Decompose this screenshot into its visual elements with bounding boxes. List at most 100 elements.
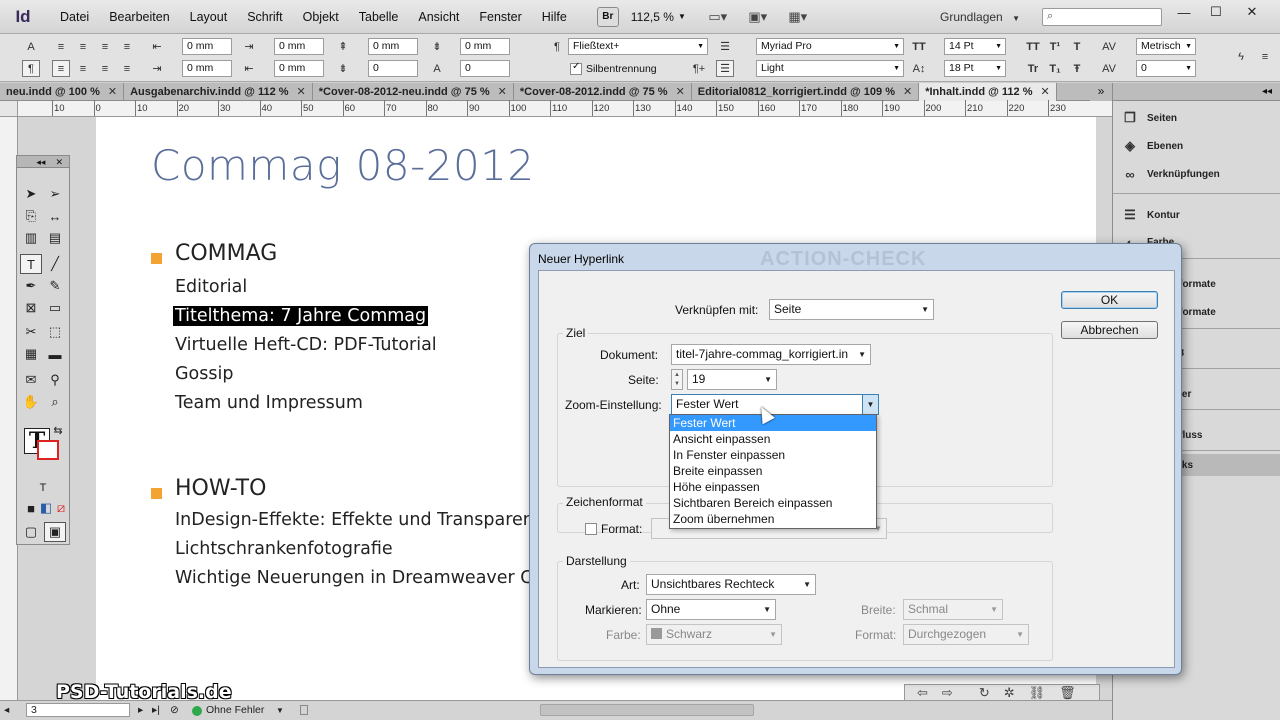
ok-button[interactable]: OK [1061,291,1158,309]
gradient-feather-tool-icon[interactable]: ▬ [44,344,66,364]
open-panel-icon[interactable] [300,705,308,715]
view-options-icon[interactable]: ▭▾ [703,7,733,27]
close-icon[interactable]: ✕ [676,83,685,101]
toc-line-selected[interactable]: Titelthema: 7 Jahre Commag [173,306,429,326]
menu-item-datei[interactable]: Datei [50,10,99,24]
ruler-origin[interactable] [0,101,18,117]
align-right-icon[interactable]: ≡ [96,38,114,55]
panel-links[interactable]: ∞ Verknüpfungen [1121,163,1219,185]
drop-cap-chars-field[interactable]: 0 [460,60,510,77]
subscript-icon[interactable]: T₁ [1046,60,1064,77]
document-tab[interactable]: *Cover-08-2012.indd @ 75 % ✕ [514,83,692,101]
type-tool-icon[interactable]: T [20,254,42,274]
horizontal-ruler[interactable]: 10 0 10 20 30 40 50 60 70 80 90 100 110 120 130 140 150 1… [18,100,1112,117]
document-tab[interactable]: neu.indd @ 100 % ✕ [0,83,125,101]
zoom-option[interactable]: Ansicht einpassen [670,431,876,447]
align-center-icon[interactable]: ≡ [74,38,92,55]
chain-icon[interactable]: ⛓ [1029,685,1046,701]
page-select[interactable]: 19 ▼ [687,369,777,390]
superscript-icon[interactable]: T¹ [1046,38,1064,55]
pencil-tool-icon[interactable]: ✎ [44,276,66,296]
tabs-overflow-button[interactable]: » [1090,83,1112,101]
link-to-select[interactable]: Seite ▼ [769,299,934,320]
lightning-icon[interactable]: ϟ [1232,48,1250,65]
rectangle-tool-icon[interactable]: ▭ [44,298,66,318]
formatting-affects-text-icon[interactable]: T [32,478,54,498]
character-mode-icon[interactable]: A [22,38,40,55]
stroke-none-icon[interactable] [37,440,59,460]
content-collector-icon[interactable]: ▥ [20,228,42,248]
panel-stroke[interactable]: ☰ Kontur [1121,204,1180,226]
note-tool-icon[interactable]: ✉ [20,370,42,390]
justify-left-icon[interactable]: ≡ [52,60,70,77]
zoom-tool-icon[interactable]: ⌕ [44,392,66,412]
last-page-button[interactable]: ▸| [152,704,160,716]
gradient-swatch-tool-icon[interactable]: ▦ [20,344,42,364]
direct-selection-tool-icon[interactable]: ➢ [44,184,66,204]
zoom-option[interactable]: Sichtbaren Bereich einpassen [670,495,876,511]
first-line-indent-field[interactable]: 0 mm [182,60,232,77]
kerning-dropdown[interactable]: Metrisch ▼ [1136,38,1196,55]
left-indent-field[interactable]: 0 mm [182,38,232,55]
zoom-level-dropdown[interactable]: 112,5 % ▼ [631,7,693,27]
tools-panel-header[interactable]: ◂◂ ✕ [17,156,69,168]
close-window-button[interactable]: ✕ [1238,2,1266,22]
next-page-button[interactable]: ▸ [138,704,143,716]
expand-panels-icon[interactable]: ◂◂ [1262,86,1272,97]
panel-dock-header[interactable]: ◂◂ [1113,83,1280,101]
preflight-status[interactable]: Ohne Fehler [206,704,264,716]
bullets-icon[interactable]: ☰ [716,38,734,55]
zoom-option[interactable]: Zoom übernehmen [670,511,876,527]
toc-line[interactable]: Virtuelle Heft-CD: PDF-Tutorial [175,335,437,355]
previous-icon[interactable]: ⇦ [917,685,928,701]
help-search-input[interactable]: ⌕ [1042,8,1162,26]
document-tab[interactable]: Ausgabenarchiv.indd @ 112 % ✕ [124,83,313,101]
numbering-icon[interactable]: ☰ [716,60,734,77]
type-select[interactable]: Unsichtbares Rechteck ▼ [646,574,816,595]
close-icon[interactable]: ✕ [498,83,507,101]
hand-tool-icon[interactable]: ✋ [20,392,42,412]
document-tab[interactable]: *Inhalt.indd @ 112 % ✕ [919,83,1057,101]
menu-item-ansicht[interactable]: Ansicht [408,10,469,24]
toc-line[interactable]: InDesign-Effekte: Effekte und Transparen… [175,510,543,530]
content-placer-icon[interactable]: ▤ [44,228,66,248]
menu-item-fenster[interactable]: Fenster [469,10,531,24]
page-number-field[interactable]: 3 [26,703,130,717]
close-icon[interactable]: ✕ [108,83,117,101]
paragraph-style-dropdown[interactable]: Fließtext+ ▼ [568,38,708,55]
close-icon[interactable]: ✕ [903,83,912,101]
toc-line[interactable]: Wichtige Neuerungen in Dreamweaver CS [175,568,544,588]
zoom-option[interactable]: Höhe einpassen [670,479,876,495]
page-title[interactable]: Commag 08-2012 [151,141,535,190]
format-checkbox[interactable] [585,523,597,535]
workspace-switcher[interactable]: Grundlagen ▼ [940,10,1020,24]
arrange-documents-icon[interactable]: ▦▾ [783,7,813,27]
scissors-tool-icon[interactable]: ✂ [20,322,42,342]
menu-item-layout[interactable]: Layout [180,10,238,24]
normal-view-icon[interactable]: ▢ [20,522,42,542]
hyphenation-checkbox[interactable]: ✓ [570,61,582,75]
font-family-dropdown[interactable]: Myriad Pro ▼ [756,38,904,55]
document-tab[interactable]: Editorial0812_korrigiert.indd @ 109 % ✕ [692,83,920,101]
screen-mode-icon[interactable]: ▣▾ [743,7,773,27]
justify-center-icon[interactable]: ≡ [74,60,92,77]
document-tab[interactable]: *Cover-08-2012-neu.indd @ 75 % ✕ [313,83,514,101]
leading-field[interactable]: 18 Pt ▼ [944,60,1006,77]
drop-cap-lines-field[interactable]: 0 [368,60,418,77]
close-icon[interactable]: ✕ [297,83,306,101]
toc-line[interactable]: Lichtschrankenfotografie [175,539,393,559]
toc-line[interactable]: Gossip [175,364,233,384]
eyedropper-tool-icon[interactable]: ⚲ [44,370,66,390]
pen-tool-icon[interactable]: ✒ [20,276,42,296]
highlight-select[interactable]: Ohne ▼ [646,599,776,620]
color-select[interactable]: Schwarz ▼ [646,624,782,645]
clear-overrides-icon[interactable]: ¶+ [690,60,708,77]
gap-tool-icon[interactable]: ↔ [44,206,66,226]
cancel-button[interactable]: Abbrechen [1061,321,1158,339]
panel-pages[interactable]: ❐ Seiten [1121,107,1177,129]
align-spine-icon[interactable]: ≡ [118,60,136,77]
section-heading[interactable]: COMMAG [175,241,277,266]
panel-menu-icon[interactable]: ≡ [1256,48,1274,65]
menu-item-objekt[interactable]: Objekt [293,10,349,24]
justify-icon[interactable]: ≡ [118,38,136,55]
